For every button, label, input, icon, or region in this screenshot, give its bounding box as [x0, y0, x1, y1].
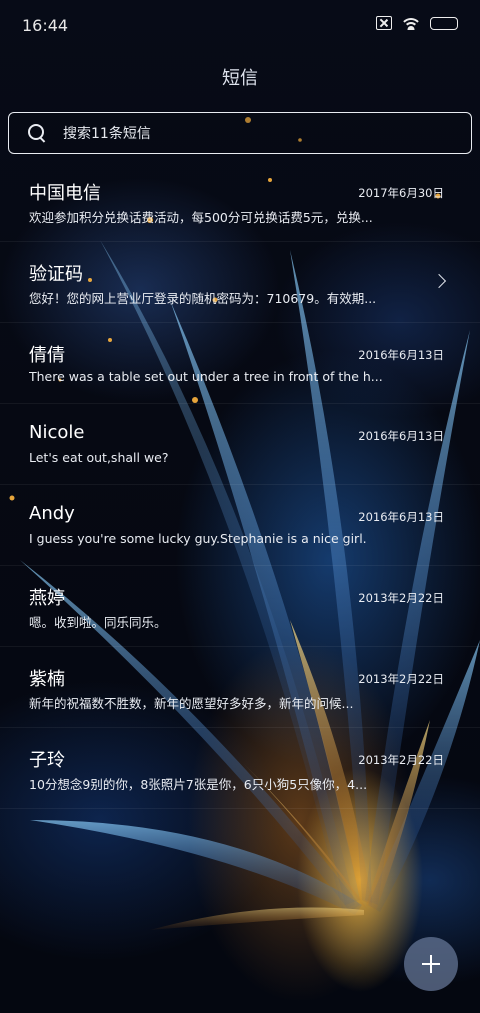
contact-name: 倩倩: [29, 345, 65, 366]
search-input[interactable]: [61, 113, 445, 155]
contact-name: Nicole: [29, 422, 85, 443]
message-date: 2016年6月13日: [358, 510, 444, 524]
message-date: 2013年2月22日: [358, 672, 444, 686]
conversation-item[interactable]: 验证码 您好！您的网上营业厅登录的随机密码为：710679。有效期...: [0, 242, 480, 323]
wifi-icon: [402, 16, 420, 30]
message-preview: 10分想念9别的你，8张照片7张是你，6只小狗5只像你，4...: [29, 777, 368, 792]
conversation-item[interactable]: 子玲 2013年2月22日 10分想念9别的你，8张照片7张是你，6只小狗5只像…: [0, 728, 480, 809]
conversation-item[interactable]: 中国电信 2017年6月30日 欢迎参加积分兑换话费活动，每500分可兑换话费5…: [0, 161, 480, 242]
new-message-button[interactable]: [404, 937, 458, 991]
contact-name: 验证码: [29, 264, 83, 285]
contact-name: 燕婷: [29, 588, 65, 609]
sim-off-icon: [376, 16, 392, 30]
message-date: 2013年2月22日: [358, 753, 444, 767]
contact-name: Andy: [29, 503, 75, 524]
message-date: 2013年2月22日: [358, 591, 444, 605]
message-date: 2017年6月30日: [358, 186, 444, 200]
status-bar: 16:44: [0, 0, 480, 52]
status-time: 16:44: [22, 16, 69, 35]
contact-name: 子玲: [29, 750, 65, 771]
page-title: 短信: [222, 68, 258, 89]
plus-icon: [422, 955, 440, 973]
message-preview: Let's eat out,shall we?: [29, 450, 169, 465]
conversation-list: 中国电信 2017年6月30日 欢迎参加积分兑换话费活动，每500分可兑换话费5…: [0, 161, 480, 809]
contact-name: 中国电信: [29, 183, 101, 204]
message-preview: 您好！您的网上营业厅登录的随机密码为：710679。有效期...: [29, 291, 377, 306]
conversation-item[interactable]: 倩倩 2016年6月13日 There was a table set out …: [0, 323, 480, 404]
message-date: 2016年6月13日: [358, 429, 444, 443]
contact-name: 紫楠: [29, 669, 65, 690]
conversation-item[interactable]: 紫楠 2013年2月22日 新年的祝福数不胜数，新年的愿望好多好多，新年的问候.…: [0, 647, 480, 728]
search-bar[interactable]: [8, 112, 472, 155]
message-preview: There was a table set out under a tree i…: [29, 369, 383, 384]
message-preview: I guess you're some lucky guy.Stephanie …: [29, 531, 367, 546]
chevron-right-icon: [431, 273, 447, 289]
message-preview: 新年的祝福数不胜数，新年的愿望好多好多，新年的问候...: [29, 696, 354, 711]
search-icon: [28, 124, 44, 140]
message-date: 2016年6月13日: [358, 348, 444, 362]
conversation-item[interactable]: Andy 2016年6月13日 I guess you're some luck…: [0, 485, 480, 566]
status-icons: [376, 16, 458, 30]
message-preview: 欢迎参加积分兑换话费活动，每500分可兑换话费5元，兑换...: [29, 210, 373, 225]
conversation-item[interactable]: 燕婷 2013年2月22日 嗯。收到啦。同乐同乐。: [0, 566, 480, 647]
message-preview: 嗯。收到啦。同乐同乐。: [29, 615, 167, 630]
battery-icon: [430, 16, 458, 30]
conversation-item[interactable]: Nicole 2016年6月13日 Let's eat out,shall we…: [0, 404, 480, 485]
